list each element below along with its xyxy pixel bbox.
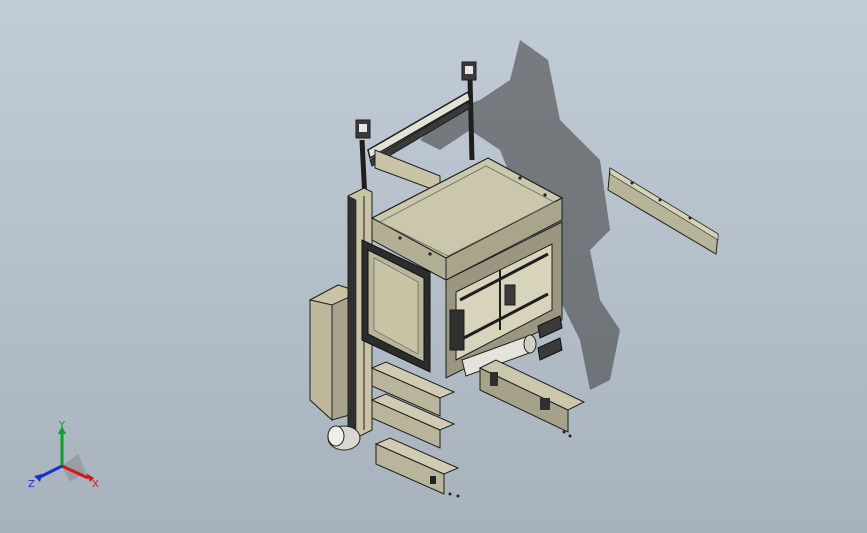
feeder-tray-3[interactable] <box>374 437 460 495</box>
back-plate[interactable] <box>374 149 441 193</box>
z-axis-head <box>34 474 42 482</box>
wall-rail-part[interactable] <box>607 167 719 255</box>
z-axis-label: Z <box>28 479 35 490</box>
z-axis-arrow <box>37 464 63 480</box>
y-axis-label: Y <box>58 420 66 431</box>
hopper-cup[interactable] <box>327 425 361 451</box>
lower-right-beam[interactable] <box>478 359 586 433</box>
x-axis-label: X <box>92 479 99 490</box>
cad-graphics-viewport[interactable]: Y X Z <box>0 0 867 533</box>
coordinate-triad: Y X Z <box>28 420 99 490</box>
fasteners <box>448 430 572 498</box>
machine-assembly-model[interactable] <box>0 0 867 533</box>
